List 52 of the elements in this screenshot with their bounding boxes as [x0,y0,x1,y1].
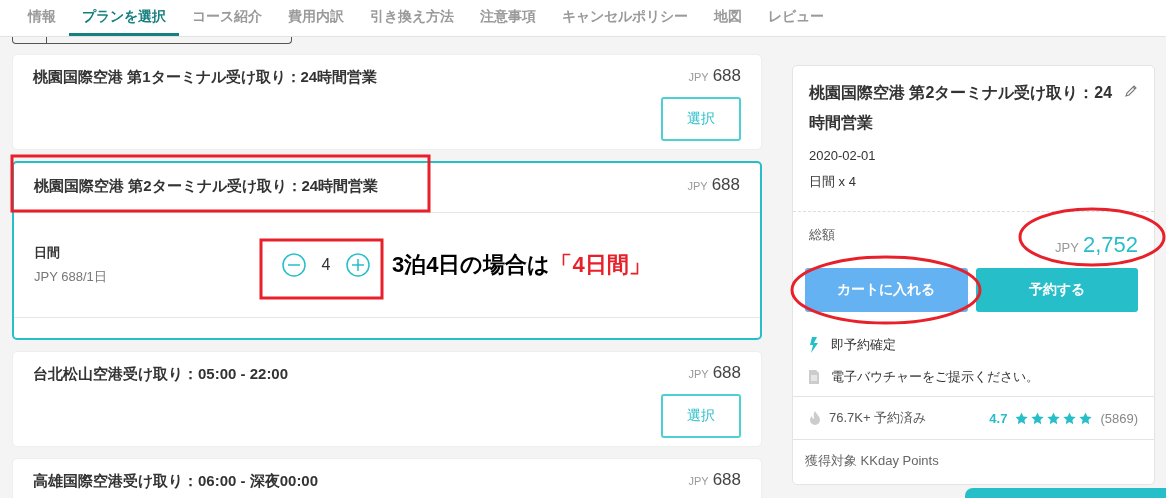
plan-title: 桃園国際空港 第2ターミナル受け取り：24時間営業 [34,177,379,196]
plan-price: JPY 688 [688,363,741,384]
summary-title: 桃園国際空港 第2ターミナル受け取り：24時間営業 [809,83,1114,133]
nav-tab[interactable]: 引き換え方法 [357,0,467,36]
plan-title: 台北松山空港受け取り：05:00 - 22:00 [33,365,289,384]
plan-price: JPY 688 [688,66,741,87]
plan-price: JPY 688 [688,470,741,491]
quantity-value: 4 [320,256,332,274]
unit-label: 日間 [34,244,61,262]
plan-card[interactable]: 桃園国際空港 第1ターミナル受け取り：24時間営業 JPY 688 選択 [12,54,762,150]
plan-title: 高雄国際空港受け取り：06:00 - 深夜00:00 [33,472,319,491]
plan-card[interactable]: 高雄国際空港受け取り：06:00 - 深夜00:00 JPY 688 [12,458,762,498]
nav-tab[interactable]: プランを選択 [69,0,179,36]
partial-field[interactable] [12,37,292,44]
plan-card[interactable]: 桃園国際空港 第2ターミナル受け取り：24時間営業 JPY 688 日間 JPY 688/1日 4 3泊4日の場合は「4日間」 [12,161,762,340]
rating-score: 4.7 [989,410,1008,426]
unit-price: JPY 688/1日 [34,268,108,286]
star-icon [1031,411,1045,425]
plan-title: 桃園国際空港 第1ターミナル受け取り：24時間営業 [33,68,378,87]
plus-button[interactable] [346,253,370,277]
star-icon [1015,411,1029,425]
plan-price: JPY 688 [687,175,740,196]
annotation-text: 3泊4日の場合は「4日間」 [392,251,651,279]
select-button[interactable]: 選択 [661,394,741,438]
summary-quantity: 日間 x 4 [809,173,857,191]
total-price: JPY 2,752 [1055,232,1138,258]
document-icon [809,370,819,384]
star-icon [1079,411,1093,425]
plan-card[interactable]: 台北松山空港受け取り：05:00 - 22:00 JPY 688 選択 [12,351,762,447]
booked-count: 76.7K+ 予約済み [829,409,927,427]
star-icon [1063,411,1077,425]
summary-date: 2020-02-01 [809,148,877,163]
nav-tab[interactable]: レビュー [755,0,837,36]
flame-icon [809,411,821,425]
star-icon [1047,411,1061,425]
nav-tab[interactable]: キャンセルポリシー [549,0,701,36]
total-label: 総額 [809,226,835,244]
nav-tab[interactable]: 情報 [15,0,69,36]
book-button[interactable]: 予約する [975,268,1138,312]
nav-tab[interactable]: 地図 [701,0,755,36]
minus-button[interactable] [282,253,306,277]
lightning-icon [809,337,819,353]
points-text: 獲得対象 KKday Points [804,452,940,470]
feature-text: 即予約確定 [831,336,896,354]
nav-tab[interactable]: 費用内訳 [275,0,357,36]
nav-tab[interactable]: コース紹介 [179,0,275,36]
edit-icon[interactable] [1124,84,1138,98]
select-button[interactable]: 選択 [661,97,741,141]
add-to-cart-button[interactable]: カートに入れる [805,268,968,312]
feature-text: 電子バウチャーをご提示ください。 [831,368,1039,386]
review-count: (5869) [1100,410,1138,426]
nav-tab[interactable]: 注意事項 [467,0,549,36]
